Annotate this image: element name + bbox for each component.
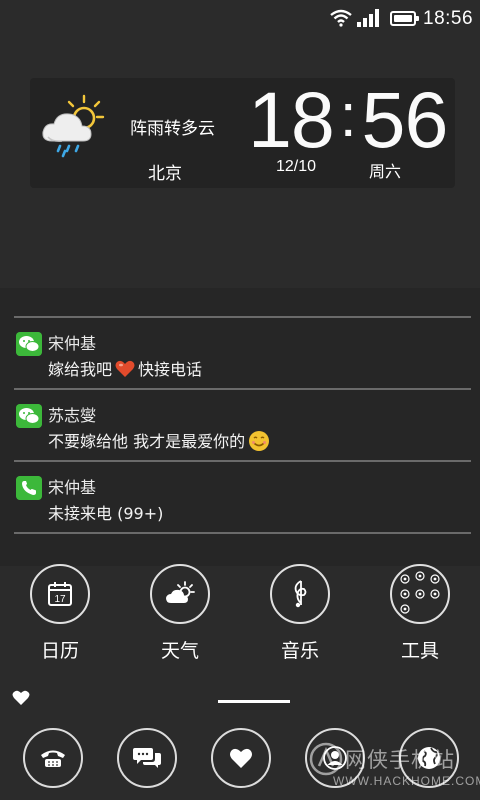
notification-item[interactable]: 苏志燮 不要嫁给他 我才是最爱你的 — [0, 390, 480, 460]
calendar-icon: 17 — [48, 582, 72, 606]
divider — [14, 532, 471, 534]
battery-icon — [390, 11, 419, 26]
watermark-url: WWW.HACKHOME.COM — [333, 774, 480, 788]
status-bar: 18:56 — [0, 0, 480, 38]
wifi-icon — [330, 9, 352, 27]
app-tools-circle[interactable] — [390, 564, 450, 624]
wechat-icon — [16, 332, 42, 356]
favorites-heart-icon[interactable] — [12, 690, 30, 706]
messages-icon — [133, 748, 161, 768]
heart-emoji-icon — [115, 360, 135, 377]
music-icon — [294, 580, 307, 608]
watermark-text: 网侠手机站 — [345, 748, 455, 772]
notification-message: 未接来电 (99+) — [48, 504, 164, 523]
message-text: 快接电话 — [138, 360, 203, 379]
dock-favorites-button[interactable] — [211, 728, 271, 788]
weather-clock-widget[interactable]: 阵雨转多云 北京 18 : 56 12/10 周六 — [30, 78, 455, 188]
app-label: 日历 — [40, 640, 79, 662]
smile-emoji-icon — [249, 431, 270, 451]
watermark: 网侠手机站 WWW.HACKHOME.COM — [305, 740, 480, 796]
weather-city: 北京 — [148, 164, 182, 184]
app-calendar-circle[interactable]: 17 — [30, 564, 90, 624]
notification-item[interactable]: 宋仲基 未接来电 (99+) — [0, 462, 480, 532]
app-weather[interactable]: 天气 — [140, 564, 220, 664]
dock-messages-button[interactable] — [117, 728, 177, 788]
notification-message: 嫁给我吧 快接电话 — [48, 356, 202, 380]
app-tools[interactable]: 工具 — [380, 564, 460, 664]
notification-message: 不要嫁给他 我才是最爱你的 — [48, 428, 270, 452]
app-label: 天气 — [160, 640, 199, 662]
heart-icon — [230, 748, 252, 768]
watermark-logo-icon — [309, 742, 343, 776]
notification-sender: 宋仲基 — [48, 478, 97, 497]
app-weather-circle[interactable] — [150, 564, 210, 624]
clock-date: 12/10 — [276, 158, 317, 175]
page-indicator — [218, 700, 290, 703]
notification-sender: 苏志燮 — [48, 406, 97, 425]
clock-minute: 56 — [361, 75, 449, 164]
tools-icon — [400, 571, 440, 614]
status-time: 18:56 — [423, 8, 474, 29]
notification-item[interactable]: 宋仲基 嫁给我吧 快接电话 — [0, 318, 480, 388]
app-label: 音乐 — [280, 640, 319, 662]
wechat-icon — [16, 404, 42, 428]
phone-icon — [41, 750, 65, 767]
weather-condition: 阵雨转多云 — [130, 119, 215, 139]
calendar-day: 17 — [54, 594, 66, 605]
notification-panel: 宋仲基 嫁给我吧 快接电话 苏志燮 不要嫁给他 我才是最爱你的 宋仲基 未接来电 … — [0, 288, 480, 566]
app-calendar[interactable]: 17 日历 — [20, 564, 100, 664]
dock-phone-button[interactable] — [23, 728, 83, 788]
app-label: 工具 — [400, 640, 439, 662]
weather-icon — [166, 581, 195, 603]
notification-sender: 宋仲基 — [48, 334, 97, 353]
clock[interactable]: 18 : 56 — [248, 75, 449, 164]
rain-cloud-sun-icon — [42, 94, 105, 158]
app-music[interactable]: 音乐 — [260, 564, 340, 664]
signal-icon — [357, 9, 379, 27]
app-music-circle[interactable] — [270, 564, 330, 624]
clock-hour: 18 — [248, 75, 335, 164]
clock-weekday: 周六 — [369, 162, 402, 181]
message-text: 不要嫁给他 我才是最爱你的 — [48, 432, 246, 451]
message-text: 嫁给我吧 — [48, 360, 113, 379]
clock-colon: : — [339, 81, 357, 149]
phone-icon — [16, 476, 42, 500]
